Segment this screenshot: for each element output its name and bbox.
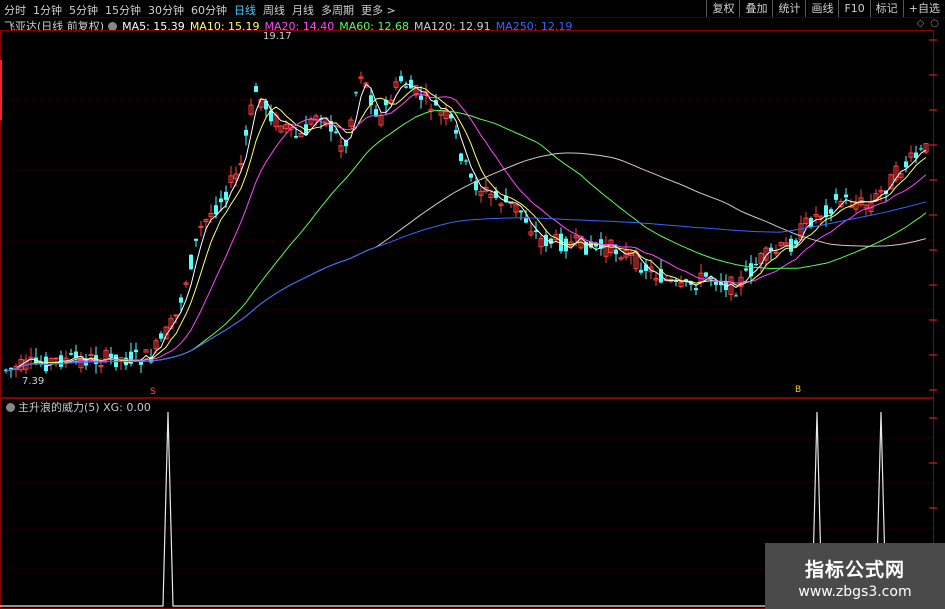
candle-body xyxy=(709,277,713,279)
candle-body xyxy=(404,86,408,88)
candle-body xyxy=(254,86,258,92)
candle-body xyxy=(464,160,468,162)
candle-body xyxy=(904,161,908,168)
candle-body xyxy=(244,129,248,136)
candle-body xyxy=(334,131,338,133)
toolbar-button-5[interactable]: 标记 xyxy=(869,0,903,17)
buy-marker: B xyxy=(795,385,802,395)
candle-body xyxy=(773,251,779,254)
candle-body xyxy=(754,263,758,266)
circle-icon[interactable]: ○ xyxy=(930,18,939,29)
ma-line-5 xyxy=(5,201,927,372)
candle-body xyxy=(744,268,748,271)
candle-body xyxy=(844,194,848,198)
watermark-url: www.zbgs3.com xyxy=(798,584,912,600)
period-tab-1[interactable]: 1分钟 xyxy=(33,2,62,18)
candle-body xyxy=(194,238,198,241)
candle-body xyxy=(524,217,528,223)
candle-body xyxy=(639,269,643,273)
toolbar: 分时 1分钟 5分钟 15分钟 30分钟 60分钟 日线 周线 月线 多周期 更多 > 复权 叠加 统计… xyxy=(0,0,945,18)
candle-body xyxy=(919,148,923,150)
candle-body xyxy=(674,281,678,283)
candle-body xyxy=(114,354,118,367)
candle-body xyxy=(614,249,618,255)
ma-line-4 xyxy=(5,152,927,372)
high-price-label: 19.17 xyxy=(263,31,292,42)
ma-line-1 xyxy=(5,86,927,372)
toolbar-buttons: 复权 叠加 统计 画线 F10 标记 +自选 xyxy=(706,0,945,17)
candle-body xyxy=(459,153,463,161)
candle-body xyxy=(694,288,698,291)
candle-body xyxy=(224,191,228,200)
period-tab-3[interactable]: 15分钟 xyxy=(105,2,141,18)
period-tab-0[interactable]: 分时 xyxy=(4,2,26,18)
candle-body xyxy=(734,295,738,297)
candle-body xyxy=(159,333,163,339)
period-tab-2[interactable]: 5分钟 xyxy=(69,2,98,18)
candle-body xyxy=(219,198,223,203)
candle-body xyxy=(519,210,523,213)
period-tabs: 分时 1分钟 5分钟 15分钟 30分钟 60分钟 日线 周线 月线 多周期 更多 > xyxy=(4,2,403,18)
ma-line-3 xyxy=(5,109,927,372)
candle-body xyxy=(794,240,798,245)
candle-body xyxy=(214,205,218,215)
candle-body xyxy=(399,76,403,82)
period-tab-8[interactable]: 月线 xyxy=(292,2,314,18)
candlestick-chart[interactable] xyxy=(0,30,945,398)
period-tab-6[interactable]: 日线 xyxy=(234,2,256,18)
candle-body xyxy=(69,353,73,355)
toolbar-button-3[interactable]: 画线 xyxy=(805,0,838,17)
candle-body xyxy=(419,95,423,100)
toolbar-button-1[interactable]: 叠加 xyxy=(739,0,772,17)
low-price-label: 7.39 xyxy=(22,376,45,387)
candle-body xyxy=(704,272,708,277)
candle-body xyxy=(88,354,94,357)
chart-icons: ◇ ○ xyxy=(911,18,939,29)
toolbar-button-0[interactable]: 复权 xyxy=(706,0,739,17)
period-tab-7[interactable]: 周线 xyxy=(263,2,285,18)
candle-body xyxy=(409,79,413,89)
toolbar-button-6[interactable]: +自选 xyxy=(902,0,945,17)
period-tab-5[interactable]: 60分钟 xyxy=(191,2,227,18)
ma-line-2 xyxy=(5,93,927,372)
candle-body xyxy=(834,194,838,200)
period-tab-10[interactable]: 更多 > xyxy=(361,2,396,18)
candle-body xyxy=(454,130,458,134)
candle-body xyxy=(714,281,718,285)
sell-marker: S xyxy=(150,387,156,397)
ma-line-0 xyxy=(5,82,927,372)
main-chart-frame xyxy=(0,30,934,398)
candle-body xyxy=(824,205,828,218)
candle-body xyxy=(179,297,183,303)
candle-body xyxy=(134,349,138,353)
period-tab-9[interactable]: 多周期 xyxy=(321,2,354,18)
watermark: 指标公式网 www.zbgs3.com xyxy=(765,543,945,609)
toolbar-button-2[interactable]: 统计 xyxy=(772,0,805,17)
candle-body xyxy=(109,353,113,357)
candle-body xyxy=(294,136,298,138)
candle-body xyxy=(53,357,59,360)
toolbar-button-4[interactable]: F10 xyxy=(838,0,869,17)
period-tab-4[interactable]: 30分钟 xyxy=(148,2,184,18)
candle-body xyxy=(189,254,193,270)
candle-body xyxy=(829,209,833,214)
candle-body xyxy=(469,173,473,178)
watermark-title: 指标公式网 xyxy=(804,559,905,581)
candle-body xyxy=(354,92,358,94)
candle-body xyxy=(9,367,13,370)
diamond-icon[interactable]: ◇ xyxy=(917,18,925,29)
